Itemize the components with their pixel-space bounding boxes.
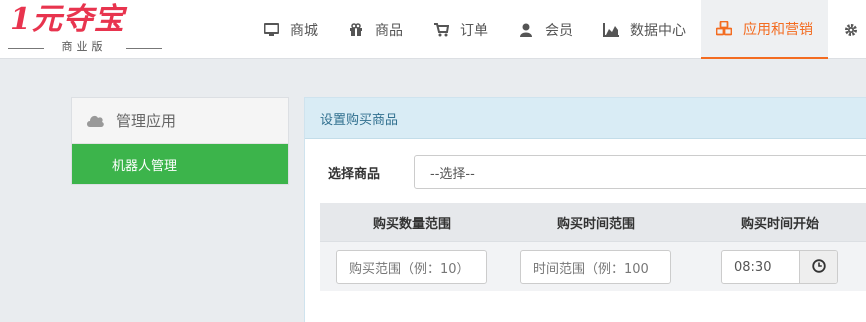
sidebar-header: 管理应用 xyxy=(72,98,288,144)
logo-text: 1元夺宝 xyxy=(10,2,125,37)
nav-label: 数据中心 xyxy=(630,22,686,39)
start-time-input[interactable]: 08:30 xyxy=(722,251,799,283)
user-icon xyxy=(518,22,534,38)
nav-label: 商品 xyxy=(375,22,403,39)
logo-divider-right xyxy=(126,48,162,49)
gift-icon xyxy=(348,22,364,38)
nav-label: 订单 xyxy=(460,22,488,39)
purchase-settings-table: 购买数量范围 购买时间范围 购买时间开始 购买范围（例：10） 时间范围（例：1… xyxy=(320,203,866,291)
main-panel: 设置购买商品 选择商品 --选择-- 购买数量范围 购买时间范围 购买时间开始 … xyxy=(304,97,866,322)
logo-subtitle: 商业版 xyxy=(61,40,107,53)
panel-title: 设置购买商品 xyxy=(305,98,866,139)
select-goods-row: 选择商品 --选择-- xyxy=(328,155,866,189)
top-header: 1元夺宝 商业版 商城 商品 订单 会员 数据中心 应用和营销 xyxy=(0,0,866,59)
nav-item-mall[interactable]: 商城 xyxy=(248,0,333,59)
nav-item-system[interactable]: 系统 xyxy=(828,0,866,59)
nav-label: 会员 xyxy=(545,22,573,39)
qty-range-input[interactable]: 购买范围（例：10） xyxy=(336,250,487,284)
time-range-input[interactable]: 时间范围（例：100 xyxy=(520,250,671,284)
brand-logo[interactable]: 1元夺宝 商业版 xyxy=(8,2,168,58)
cubes-icon xyxy=(716,21,732,37)
nav-item-members[interactable]: 会员 xyxy=(503,0,588,59)
goods-select[interactable]: --选择-- xyxy=(414,155,866,189)
monitor-icon xyxy=(263,22,279,38)
cloud-icon xyxy=(86,113,106,129)
nav-item-goods[interactable]: 商品 xyxy=(333,0,418,59)
nav-item-data-center[interactable]: 数据中心 xyxy=(588,0,701,59)
clock-icon xyxy=(811,258,826,277)
table-row: 购买范围（例：10） 时间范围（例：100 08:30 xyxy=(320,241,866,291)
gear-icon xyxy=(843,22,859,38)
select-goods-label: 选择商品 xyxy=(328,166,381,182)
nav-label: 应用和营销 xyxy=(743,21,813,38)
sidebar-title: 管理应用 xyxy=(116,112,177,130)
table-header: 购买数量范围 购买时间范围 购买时间开始 xyxy=(320,203,866,241)
nav-label: 商城 xyxy=(290,22,318,39)
sidebar: 管理应用 机器人管理 xyxy=(71,97,289,185)
clock-button[interactable] xyxy=(799,251,837,283)
nav-item-apps-marketing[interactable]: 应用和营销 xyxy=(701,0,828,59)
start-time-picker[interactable]: 08:30 xyxy=(721,250,838,284)
column-time-range: 购买时间范围 xyxy=(556,216,635,232)
cart-icon xyxy=(433,22,449,38)
column-qty-range: 购买数量范围 xyxy=(372,216,451,232)
main-nav: 商城 商品 订单 会员 数据中心 应用和营销 xyxy=(248,0,866,59)
area-chart-icon xyxy=(603,22,619,38)
nav-item-orders[interactable]: 订单 xyxy=(418,0,503,59)
sidebar-item-robot-management[interactable]: 机器人管理 xyxy=(72,144,288,184)
column-start-time: 购买时间开始 xyxy=(740,216,819,232)
